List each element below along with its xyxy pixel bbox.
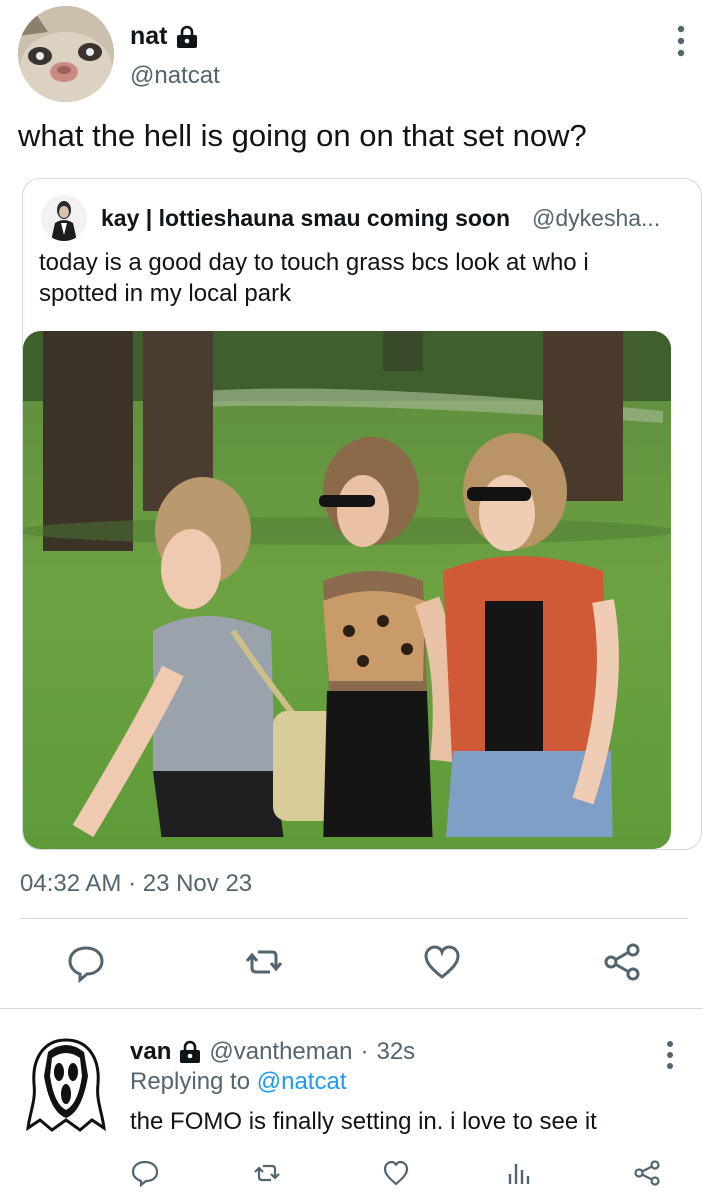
tweet-actions xyxy=(0,940,703,990)
person-avatar-icon xyxy=(41,195,87,241)
reply-actions xyxy=(0,1158,703,1198)
lock-icon xyxy=(176,25,198,49)
quoted-display-name[interactable]: kay | lottieshauna smau coming soon xyxy=(101,205,510,232)
replying-to: Replying to @natcat xyxy=(130,1068,347,1096)
quoted-text: today is a good day to touch grass bcs l… xyxy=(39,249,589,307)
like-icon[interactable] xyxy=(381,1158,411,1188)
cat-avatar-icon xyxy=(18,6,114,102)
quoted-tweet-header: kay | lottieshauna smau coming soon @dyk… xyxy=(41,195,681,241)
ghostface-avatar-icon[interactable] xyxy=(26,1036,106,1136)
display-name[interactable]: nat xyxy=(130,22,168,51)
quoted-handle[interactable]: @dykesha... xyxy=(532,205,660,232)
park-photo-icon[interactable] xyxy=(23,331,671,849)
author-name-row: nat xyxy=(130,22,198,51)
reply-tweet[interactable]: van @vantheman · 32s Replying to @natcat… xyxy=(0,1010,703,1200)
share-icon[interactable] xyxy=(600,940,644,984)
retweet-icon[interactable] xyxy=(252,1158,282,1188)
divider xyxy=(20,918,688,919)
views-icon[interactable] xyxy=(504,1158,534,1188)
like-icon[interactable] xyxy=(420,940,464,984)
reply-icon[interactable] xyxy=(64,940,108,984)
tweet-timestamp: 04:32 AM · 23 Nov 23 xyxy=(20,870,253,897)
replying-to-handle[interactable]: @natcat xyxy=(257,1068,347,1095)
reply-icon[interactable] xyxy=(130,1158,160,1188)
tweet-text: what the hell is going on on that set no… xyxy=(18,118,587,153)
more-options-icon[interactable] xyxy=(676,24,686,58)
lock-icon xyxy=(179,1040,201,1064)
post-header: nat @natcat xyxy=(18,6,688,106)
reply-header: van @vantheman · 32s xyxy=(130,1038,415,1066)
retweet-icon[interactable] xyxy=(242,940,286,984)
reply-separator: · xyxy=(360,1038,369,1065)
replying-to-label: Replying to xyxy=(130,1068,251,1095)
avatar[interactable] xyxy=(18,6,114,102)
more-options-icon[interactable] xyxy=(665,1040,675,1070)
share-icon[interactable] xyxy=(632,1158,662,1188)
divider xyxy=(0,1008,703,1009)
reply-display-name[interactable]: van xyxy=(130,1038,171,1066)
reply-text: the FOMO is finally setting in. i love t… xyxy=(130,1108,597,1135)
reply-handle[interactable]: @vantheman xyxy=(209,1038,352,1066)
reply-time[interactable]: 32s xyxy=(376,1038,415,1066)
quoted-tweet-card[interactable]: kay | lottieshauna smau coming soon @dyk… xyxy=(22,178,702,850)
author-handle[interactable]: @natcat xyxy=(130,62,220,90)
quoted-avatar xyxy=(41,195,87,241)
